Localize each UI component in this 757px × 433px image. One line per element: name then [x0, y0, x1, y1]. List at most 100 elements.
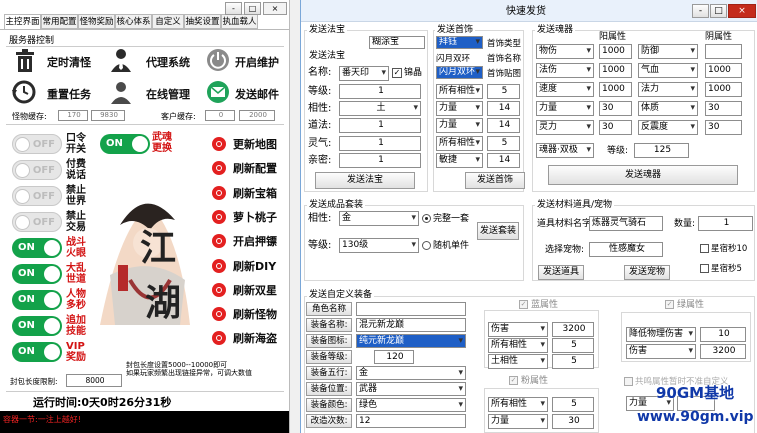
tab-0[interactable]: 主控界面 [4, 14, 41, 30]
send-equip-button[interactable]: 发送套装 [477, 222, 519, 240]
minimize-button[interactable]: - [692, 4, 709, 18]
toggle-2[interactable]: OFF [12, 186, 62, 206]
shoushi-attr-select[interactable]: 所有相性 [436, 84, 483, 99]
fabao-row-value[interactable]: 1 [339, 152, 421, 168]
toggle-0[interactable]: OFF [12, 134, 62, 154]
blue-attr-select[interactable]: 所有相性 [488, 338, 548, 353]
soul-yang-value[interactable]: 30 [599, 101, 632, 116]
fabao-top-input[interactable]: 糊涂宝 [369, 36, 425, 49]
tab-1[interactable]: 常用配置 [41, 14, 78, 29]
soul-weapon-select[interactable]: 魂器·双极 [536, 143, 594, 158]
soul-yin-value[interactable]: 30 [705, 120, 742, 135]
item-name-input[interactable]: 炼器灵气骑石 [589, 216, 663, 231]
green-attr-select[interactable]: 降低物理伤害 [626, 327, 696, 342]
custom-field-value[interactable]: 金 [356, 366, 466, 380]
custom-field-value[interactable] [356, 302, 466, 316]
monster-cache-a[interactable]: 170 [58, 110, 88, 121]
pink-attr-select[interactable]: 力量 [488, 414, 548, 429]
soul-yang-select[interactable]: 速度 [536, 82, 594, 97]
soul-yang-select[interactable]: 法伤 [536, 63, 594, 78]
fabao-row-value[interactable]: 1 [339, 84, 421, 99]
tab-4[interactable]: 自定义 [152, 14, 184, 29]
shoushi-attr-value[interactable]: 14 [487, 152, 520, 168]
tab-3[interactable]: 核心体系 [115, 14, 152, 29]
tab-2[interactable]: 怪物奖励 [78, 14, 115, 29]
radio-random[interactable] [422, 241, 431, 250]
soul-yin-select[interactable]: 防御 [638, 44, 698, 59]
custom-field-button[interactable]: 装备位置: [306, 382, 352, 396]
close-button[interactable]: × [728, 4, 756, 18]
toggle-5[interactable]: ON [12, 264, 62, 284]
soul-yang-value[interactable]: 1000 [599, 82, 632, 97]
fabao-row-value[interactable]: 土 [339, 101, 421, 117]
soul-yin-select[interactable]: 法力 [638, 82, 698, 97]
blue-attr-value[interactable]: 5 [552, 338, 594, 353]
soul-yin-select[interactable]: 反震度 [638, 120, 698, 135]
shoushi-type-select[interactable]: 拜钰 [436, 36, 483, 49]
tab-6[interactable]: 执血载人 [221, 14, 258, 29]
custom-field-button[interactable]: 装备五行: [306, 366, 352, 380]
left-maximize-button[interactable]: □ [244, 2, 261, 15]
cb-xingxiu10[interactable] [700, 244, 709, 253]
green-attr-value[interactable]: 10 [700, 327, 746, 342]
send-item-button[interactable]: 发送道具 [538, 265, 584, 280]
shoushi-attr-value[interactable]: 5 [487, 135, 520, 151]
soul-yin-value[interactable]: 1000 [705, 82, 742, 97]
radio-full-set[interactable] [422, 214, 431, 223]
item-count-input[interactable]: 1 [698, 216, 753, 231]
send-pet-button[interactable]: 发送宠物 [624, 265, 670, 280]
blue-attr-value[interactable]: 3200 [552, 322, 594, 337]
fabao-name-select[interactable]: 番天印 [339, 66, 389, 81]
toggle-wuhun[interactable]: ON [100, 134, 150, 154]
blue-attr-select[interactable]: 伤害 [488, 322, 548, 337]
green-attr-value[interactable]: 3200 [700, 344, 746, 359]
custom-field-value[interactable]: 120 [374, 350, 414, 364]
toggle-8[interactable]: ON [12, 342, 62, 362]
soul-yin-select[interactable]: 气血 [638, 63, 698, 78]
custom-field-value[interactable]: 12 [356, 414, 466, 428]
client-cache-b[interactable]: 2000 [239, 110, 275, 121]
cb-xingxiu5[interactable] [700, 264, 709, 273]
resonance-checkbox[interactable] [624, 377, 633, 386]
monster-cache-b[interactable]: 9830 [91, 110, 125, 121]
soul-level-input[interactable]: 125 [634, 143, 689, 158]
shoushi-attr-value[interactable]: 5 [487, 84, 520, 99]
soul-yin-select[interactable]: 体质 [638, 101, 698, 116]
pink-attr-select[interactable]: 所有相性 [488, 397, 548, 412]
shoushi-attr-select[interactable]: 力量 [436, 118, 483, 134]
toggle-7[interactable]: ON [12, 316, 62, 336]
green-attr-select[interactable]: 伤害 [626, 344, 696, 359]
left-close-button[interactable]: × [263, 2, 287, 15]
custom-field-button[interactable]: 装备等级: [306, 350, 352, 364]
shoushi-attr-value[interactable]: 14 [487, 118, 520, 134]
soul-yang-value[interactable]: 30 [599, 120, 632, 135]
shoushi-attr-value[interactable]: 14 [487, 101, 520, 117]
toggle-1[interactable]: OFF [12, 160, 62, 180]
toggle-6[interactable]: ON [12, 290, 62, 310]
pink-attr-checkbox[interactable]: ✓ [509, 376, 518, 385]
custom-field-button[interactable]: 装备图标: [306, 334, 352, 348]
fabao-checkbox[interactable]: ✓ [392, 68, 402, 78]
client-cache-a[interactable]: 0 [205, 110, 235, 121]
left-minimize-button[interactable]: - [225, 2, 242, 15]
toggle-4[interactable]: ON [12, 238, 62, 258]
shoushi-attr-select[interactable]: 所有相性 [436, 135, 483, 151]
fabao-row-value[interactable]: 1 [339, 118, 421, 134]
equip-xiang-select[interactable]: 金 [339, 211, 419, 226]
soul-yang-select[interactable]: 力量 [536, 101, 594, 116]
toggle-3[interactable]: OFF [12, 212, 62, 232]
fabao-row-value[interactable]: 1 [339, 135, 421, 151]
soul-yin-value[interactable]: 1000 [705, 63, 742, 78]
green-attr-checkbox[interactable]: ✓ [665, 300, 674, 309]
send-soul-button[interactable]: 发送魂器 [548, 165, 738, 185]
send-shoushi-button[interactable]: 发送首饰 [465, 172, 525, 189]
tab-5[interactable]: 抽奖设置 [184, 14, 221, 29]
soul-yang-select[interactable]: 物伤 [536, 44, 594, 59]
equip-level-select[interactable]: 130级 [339, 238, 419, 253]
soul-yang-select[interactable]: 灵力 [536, 120, 594, 135]
pink-attr-value[interactable]: 30 [552, 414, 594, 429]
shoushi-attr-select[interactable]: 敏捷 [436, 152, 483, 168]
custom-field-value[interactable]: 混元新龙巅 [356, 318, 466, 332]
pet-input[interactable]: 性感魔女 [589, 242, 663, 257]
shoushi-name-select[interactable]: 闪月双环 [436, 66, 483, 79]
